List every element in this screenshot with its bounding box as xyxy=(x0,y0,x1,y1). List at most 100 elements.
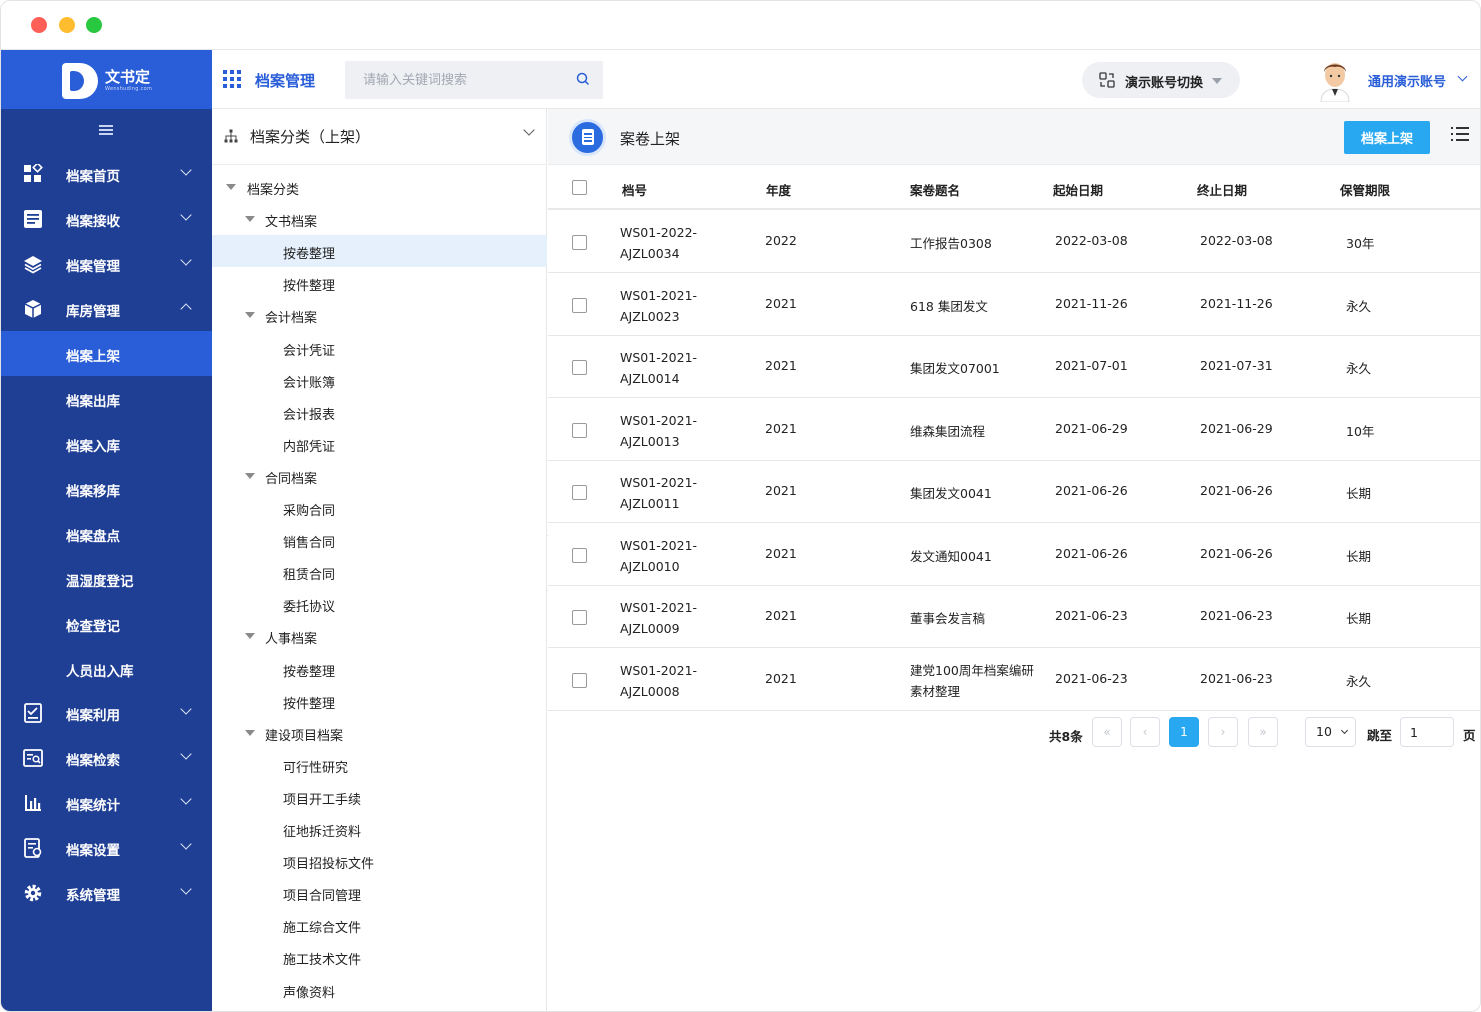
first-page-button[interactable]: « xyxy=(1092,717,1122,747)
logo-area[interactable]: 文书定 Wenshuding.com xyxy=(1,50,212,109)
sidebar-item-settings[interactable]: 档案设置 xyxy=(1,825,212,870)
tree-node[interactable]: 建设项目档案 xyxy=(212,717,547,749)
tree-node[interactable]: 可行性研究 xyxy=(212,749,547,781)
tree-node[interactable]: 项目合同管理 xyxy=(212,877,547,909)
tree-node[interactable]: 档案分类 xyxy=(212,171,547,203)
tree-node-label: 会计档案 xyxy=(265,311,318,327)
list-menu-icon[interactable] xyxy=(1451,126,1469,142)
caret-down-icon[interactable] xyxy=(245,729,255,736)
sidebar-subitem-inspection[interactable]: 检查登记 xyxy=(1,601,212,646)
menu-collapse-icon[interactable] xyxy=(99,125,113,135)
sidebar-subitem-shelve[interactable]: 档案上架 xyxy=(1,331,212,376)
sidebar-item-home[interactable]: 档案首页 xyxy=(1,151,212,196)
page-number-button[interactable]: 1 xyxy=(1169,717,1199,747)
search-input[interactable] xyxy=(345,61,565,99)
tree-node[interactable]: 按卷整理 xyxy=(212,653,547,685)
caret-down-icon[interactable] xyxy=(226,184,236,190)
tree-node[interactable]: 会计报表 xyxy=(212,396,547,428)
tree-node[interactable]: 人事档案 xyxy=(212,620,547,652)
sidebar-subitem-personnel[interactable]: 人员出入库 xyxy=(1,646,212,691)
tree-node[interactable]: 施工综合文件 xyxy=(212,909,547,941)
jump-page-input[interactable] xyxy=(1400,717,1454,747)
table-row[interactable]: WS01-2021- AJZL0013 2021 维森集团流程 2021-06-29 20… xyxy=(548,399,1480,461)
cell-year: 2021 xyxy=(765,608,797,623)
sidebar-subitem-humidity[interactable]: 温湿度登记 xyxy=(1,556,212,601)
sidebar-item-manage[interactable]: 档案管理 xyxy=(1,241,212,286)
tree-node[interactable]: 项目招投标文件 xyxy=(212,845,547,877)
table-row[interactable]: WS01-2021- AJZL0008 2021 建党100周年档案编研 素材整理 202… xyxy=(548,649,1480,711)
table-row[interactable]: WS01-2021- AJZL0010 2021 发文通知0041 2021-06-26… xyxy=(548,524,1480,586)
prev-page-button[interactable]: ‹ xyxy=(1130,717,1160,747)
tree-node[interactable]: 会计档案 xyxy=(212,299,547,331)
tree-node[interactable]: 合同档案 xyxy=(212,460,547,492)
next-page-button[interactable]: › xyxy=(1208,717,1238,747)
tree-node[interactable]: 租赁合同 xyxy=(212,556,547,588)
sidebar-subitem-transfer[interactable]: 档案移库 xyxy=(1,466,212,511)
sidebar-subitem-outbound[interactable]: 档案出库 xyxy=(1,376,212,421)
cell-retention: 10年 xyxy=(1346,421,1374,440)
sidebar-item-statistics[interactable]: 档案统计 xyxy=(1,780,212,825)
tree-node[interactable]: 内部凭证 xyxy=(212,428,547,460)
tree-node[interactable]: 征地拆迁资料 xyxy=(212,813,547,845)
search-icon[interactable] xyxy=(576,72,590,86)
caret-down-icon[interactable] xyxy=(245,312,255,319)
select-all-checkbox[interactable] xyxy=(572,180,587,195)
row-checkbox[interactable] xyxy=(572,422,587,438)
sidebar-subitem-inbound[interactable]: 档案入库 xyxy=(1,421,212,466)
sidebar-subitem-inventory[interactable]: 档案盘点 xyxy=(1,511,212,556)
row-checkbox[interactable] xyxy=(572,672,587,688)
last-page-button[interactable]: » xyxy=(1248,717,1278,747)
close-window-button[interactable] xyxy=(31,17,47,33)
sidebar-item-warehouse[interactable]: 库房管理 xyxy=(1,286,212,331)
tree-node[interactable]: 按件整理 xyxy=(212,685,547,717)
caret-down-icon[interactable] xyxy=(245,472,255,479)
tree-node[interactable]: 会计账簿 xyxy=(212,364,547,396)
sidebar-item-system[interactable]: 系统管理 xyxy=(1,870,212,915)
row-checkbox[interactable] xyxy=(572,360,587,375)
row-checkbox[interactable] xyxy=(572,297,587,313)
sidebar-subitem-label: 档案盘点 xyxy=(66,529,120,545)
column-header[interactable]: 年度 xyxy=(766,180,791,199)
sidebar-item-utilize[interactable]: 档案利用 xyxy=(1,690,212,735)
column-header[interactable]: 案卷题名 xyxy=(910,180,960,199)
tree-node[interactable]: 按件整理 xyxy=(212,267,547,299)
tree-node[interactable]: 项目开工手续 xyxy=(212,781,547,813)
table-row[interactable]: WS01-2021- AJZL0014 2021 集团发文07001 2021-07-0… xyxy=(548,336,1480,398)
cell-retention: 长期 xyxy=(1346,546,1371,565)
account-switch-button[interactable]: 演示账号切换 xyxy=(1082,62,1240,98)
tree-header[interactable]: 档案分类（上架） xyxy=(212,109,547,165)
table-row[interactable]: WS01-2022- AJZL0034 2022 工作报告0308 2022-03-08… xyxy=(548,211,1480,273)
sidebar-item-receive[interactable]: 档案接收 xyxy=(1,196,212,241)
chevron-down-icon[interactable] xyxy=(1457,71,1468,82)
column-header[interactable]: 保管期限 xyxy=(1340,180,1390,199)
table-row[interactable]: WS01-2021- AJZL0023 2021 618 集团发文 2021-11-26… xyxy=(548,274,1480,336)
minimize-window-button[interactable] xyxy=(59,17,75,33)
sidebar-item-search[interactable]: 档案检索 xyxy=(1,735,212,780)
row-checkbox[interactable] xyxy=(572,485,587,500)
row-checkbox[interactable] xyxy=(572,235,587,250)
tree-node[interactable]: 按卷整理 xyxy=(212,235,547,268)
table-row[interactable]: WS01-2021- AJZL0009 2021 董事会发言稿 2021-06-23 20… xyxy=(548,586,1480,648)
column-header[interactable]: 终止日期 xyxy=(1197,180,1247,199)
caret-down-icon[interactable] xyxy=(245,633,255,640)
tree-node[interactable]: 采购合同 xyxy=(212,492,547,524)
shelve-archive-button[interactable]: 档案上架 xyxy=(1344,121,1430,154)
avatar[interactable] xyxy=(1318,58,1352,102)
column-header[interactable]: 档号 xyxy=(622,180,647,199)
apps-grid-icon[interactable] xyxy=(223,70,243,90)
column-header[interactable]: 起始日期 xyxy=(1053,180,1103,199)
tree-node[interactable]: 委托协议 xyxy=(212,588,547,620)
tree-node[interactable]: 文书档案 xyxy=(212,203,547,235)
tree-node[interactable]: 施工技术文件 xyxy=(212,941,547,973)
caret-down-icon[interactable] xyxy=(245,216,255,223)
tree-node[interactable]: 销售合同 xyxy=(212,524,547,556)
cell-year-line: 2021 xyxy=(765,608,797,623)
row-checkbox[interactable] xyxy=(572,610,587,625)
table-row[interactable]: WS01-2021- AJZL0011 2021 集团发文0041 2021-06-26… xyxy=(548,461,1480,523)
page-size-select[interactable]: 10 xyxy=(1305,717,1356,747)
tree-node[interactable]: 声像资料 xyxy=(212,974,547,1006)
tree-node[interactable]: 会计凭证 xyxy=(212,332,547,364)
maximize-window-button[interactable] xyxy=(86,17,102,33)
row-checkbox[interactable] xyxy=(572,547,587,563)
user-name[interactable]: 通用演示账号 xyxy=(1368,71,1446,90)
